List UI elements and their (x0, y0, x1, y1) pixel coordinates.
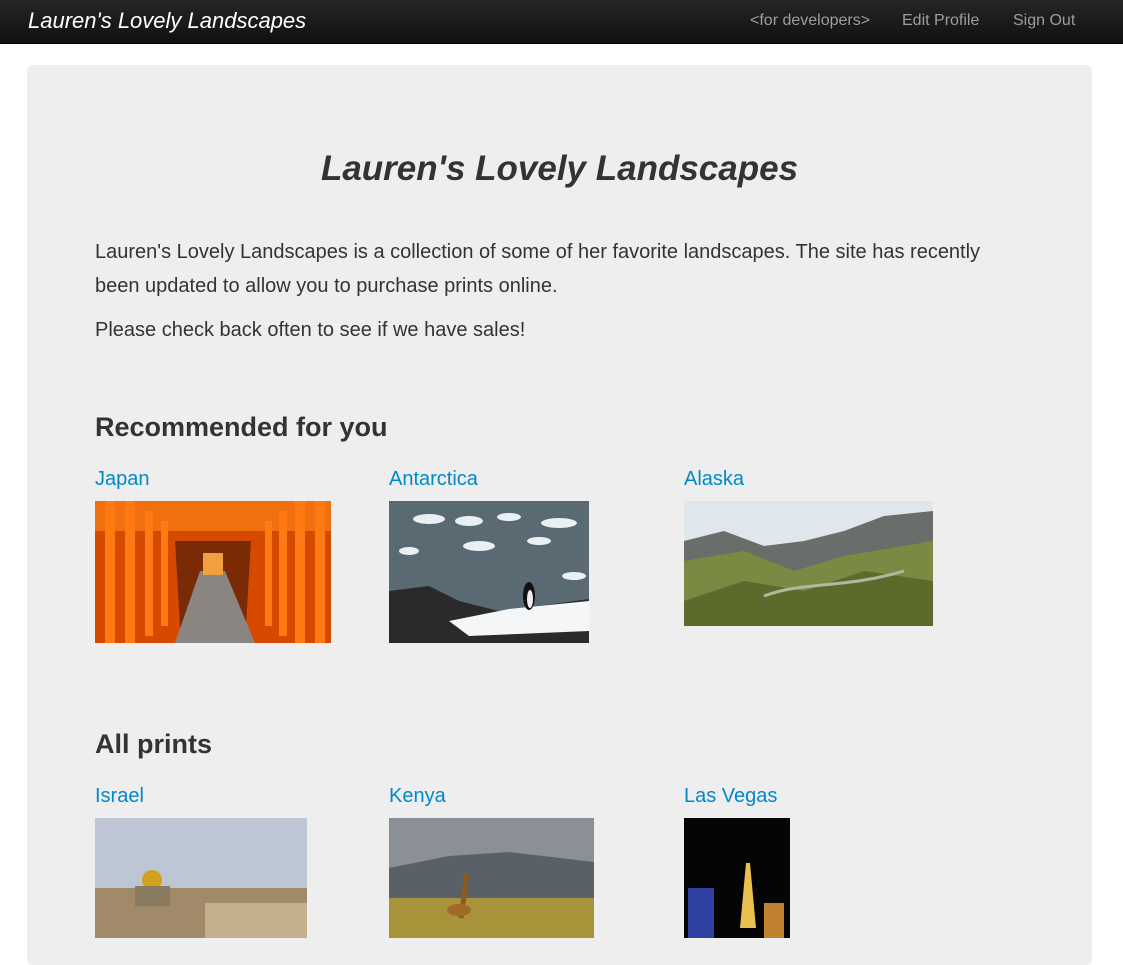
brand-link[interactable]: Lauren's Lovely Landscapes (28, 8, 306, 34)
print-link-israel[interactable]: Israel (95, 784, 307, 808)
sales-paragraph: Please check back often to see if we hav… (95, 319, 526, 341)
print-link-japan[interactable]: Japan (95, 467, 331, 491)
print-card-kenya: Kenya (389, 784, 594, 938)
all-prints-heading: All prints (95, 729, 213, 759)
nav-developers-link[interactable]: <for developers> (750, 12, 870, 30)
print-link-alaska[interactable]: Alaska (684, 467, 933, 491)
page-title: Lauren's Lovely Landscapes (320, 149, 799, 188)
print-card-israel: Israel (95, 784, 307, 938)
top-navbar: Lauren's Lovely Landscapes <for develope… (0, 0, 1123, 44)
hero-panel: Lauren's Lovely Landscapes Lauren's Love… (27, 65, 1092, 965)
print-link-kenya[interactable]: Kenya (389, 784, 594, 808)
print-card-las-vegas: Las Vegas (684, 784, 790, 938)
intro-paragraph: Lauren's Lovely Landscapes is a collecti… (95, 241, 981, 297)
nav-sign-out-link[interactable]: Sign Out (1013, 12, 1075, 30)
print-card-antarctica: Antarctica (389, 467, 589, 643)
nav-edit-profile-link[interactable]: Edit Profile (902, 12, 979, 30)
print-image-japan[interactable] (95, 501, 331, 643)
print-link-antarctica[interactable]: Antarctica (389, 467, 589, 491)
print-card-japan: Japan (95, 467, 331, 643)
recommended-heading: Recommended for you (95, 412, 388, 442)
print-image-antarctica[interactable] (389, 501, 589, 643)
print-link-las-vegas[interactable]: Las Vegas (684, 784, 790, 808)
print-image-alaska[interactable] (684, 501, 933, 626)
print-image-las-vegas[interactable] (684, 818, 790, 938)
print-image-kenya[interactable] (389, 818, 594, 938)
print-image-israel[interactable] (95, 818, 307, 938)
print-card-alaska: Alaska (684, 467, 933, 626)
